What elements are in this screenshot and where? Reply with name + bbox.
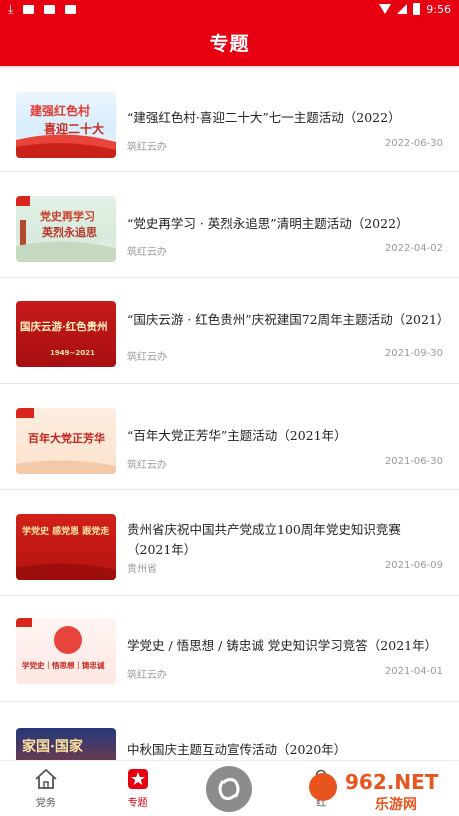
topic-title: “百年大党正芳华”主题活动（2021年） — [127, 428, 347, 443]
app-header: 专题 — [0, 18, 459, 66]
topic-item[interactable]: 学党史 感党恩 跟党走 贵州省庆祝中国共产党成立100周年党史知识竞赛（2021… — [0, 490, 459, 596]
battery-icon — [413, 3, 421, 15]
mail-icon — [44, 4, 56, 14]
topic-title: 贵州省庆祝中国共产党成立100周年党史知识竞赛（2021年） — [127, 522, 401, 557]
topic-title: 中秋国庆主题互动宣传活动（2020年） — [127, 742, 347, 757]
topic-thumbnail: 学党史 感党恩 跟党走 — [16, 514, 116, 580]
topic-title: “建强红色村·喜迎二十大”七一主题活动（2022） — [127, 110, 401, 125]
topic-source: 筑红云办 — [127, 460, 167, 471]
topic-item[interactable]: 家国·国家 中秋国庆主题互动宣传活动（2020年） — [0, 702, 459, 760]
signal-icon — [397, 4, 408, 14]
topic-thumbnail: 学党史｜悟思想｜铸忠诚 — [16, 618, 116, 684]
mail-icon — [23, 4, 35, 14]
topic-thumbnail: 家国·国家 — [16, 728, 116, 760]
topic-item[interactable]: 学党史｜悟思想｜铸忠诚 学党史 / 悟思想 / 铸忠诚 党史知识学习竞答（202… — [0, 596, 459, 702]
topic-date: 2022-04-02 — [384, 243, 443, 254]
topic-thumbnail: 党史再学习 英烈永追思 — [16, 196, 116, 262]
topic-item[interactable]: 百年大党正芳华 “百年大党正芳华”主题活动（2021年） 筑红云办 2021-0… — [0, 384, 459, 490]
tab-dangwu[interactable]: 党务 — [0, 761, 92, 816]
topic-title: “党史再学习 · 英烈永追思”清明主题活动（2022） — [127, 216, 409, 231]
topic-date: 2021-04-01 — [384, 666, 443, 677]
status-bar: ⤓ 9:56 — [0, 0, 459, 18]
svg-text:962.NET: 962.NET — [345, 770, 439, 794]
topic-thumbnail: 建强红色村 喜迎二十大 — [16, 92, 116, 158]
tab-zhuanti[interactable]: 专题 — [92, 761, 184, 816]
wifi-icon — [379, 4, 392, 14]
topic-date: 2021-06-30 — [384, 456, 443, 467]
topic-source: 筑红云办 — [127, 352, 167, 363]
topic-date: 2022-06-30 — [384, 138, 443, 149]
topic-thumbnail: 百年大党正芳华 — [16, 408, 116, 474]
app-icon — [65, 4, 77, 14]
topic-date: 2021-09-30 — [384, 348, 443, 359]
topic-title: “国庆云游 · 红色贵州”庆祝建国72周年主题活动（2021） — [127, 312, 450, 327]
status-time: 9:56 — [426, 2, 451, 16]
topic-thumbnail: 国庆云游·红色贵州 1949~2021 — [16, 301, 116, 367]
topic-date: 2021-06-09 — [384, 560, 443, 571]
star-badge-icon — [127, 769, 148, 789]
topic-list[interactable]: 建强红色村 喜迎二十大 “建强红色村·喜迎二十大”七一主题活动（2022） 筑红… — [0, 66, 459, 760]
page-title: 专题 — [209, 32, 250, 55]
topic-title: 学党史 / 悟思想 / 铸忠诚 党史知识学习竞答（2021年） — [127, 638, 438, 653]
download-icon: ⤓ — [8, 1, 14, 16]
topic-source: 筑红云办 — [127, 670, 167, 681]
home-icon — [35, 768, 57, 789]
svg-text:乐游网: 乐游网 — [375, 796, 417, 813]
topic-item[interactable]: 国庆云游·红色贵州 1949~2021 “国庆云游 · 红色贵州”庆祝建国72周… — [0, 278, 459, 384]
tab-center[interactable] — [184, 761, 276, 816]
topic-item[interactable]: 建强红色村 喜迎二十大 “建强红色村·喜迎二十大”七一主题活动（2022） 筑红… — [0, 66, 459, 172]
topic-item[interactable]: 党史再学习 英烈永追思 “党史再学习 · 英烈永追思”清明主题活动（2022） … — [0, 172, 459, 278]
topic-source: 贵州省 — [127, 564, 157, 575]
topic-source: 筑红云办 — [127, 142, 167, 153]
topic-source: 筑红云办 — [127, 247, 167, 258]
center-logo-icon — [206, 765, 253, 812]
watermark-logo: 962.NET 乐游网 — [305, 765, 455, 813]
